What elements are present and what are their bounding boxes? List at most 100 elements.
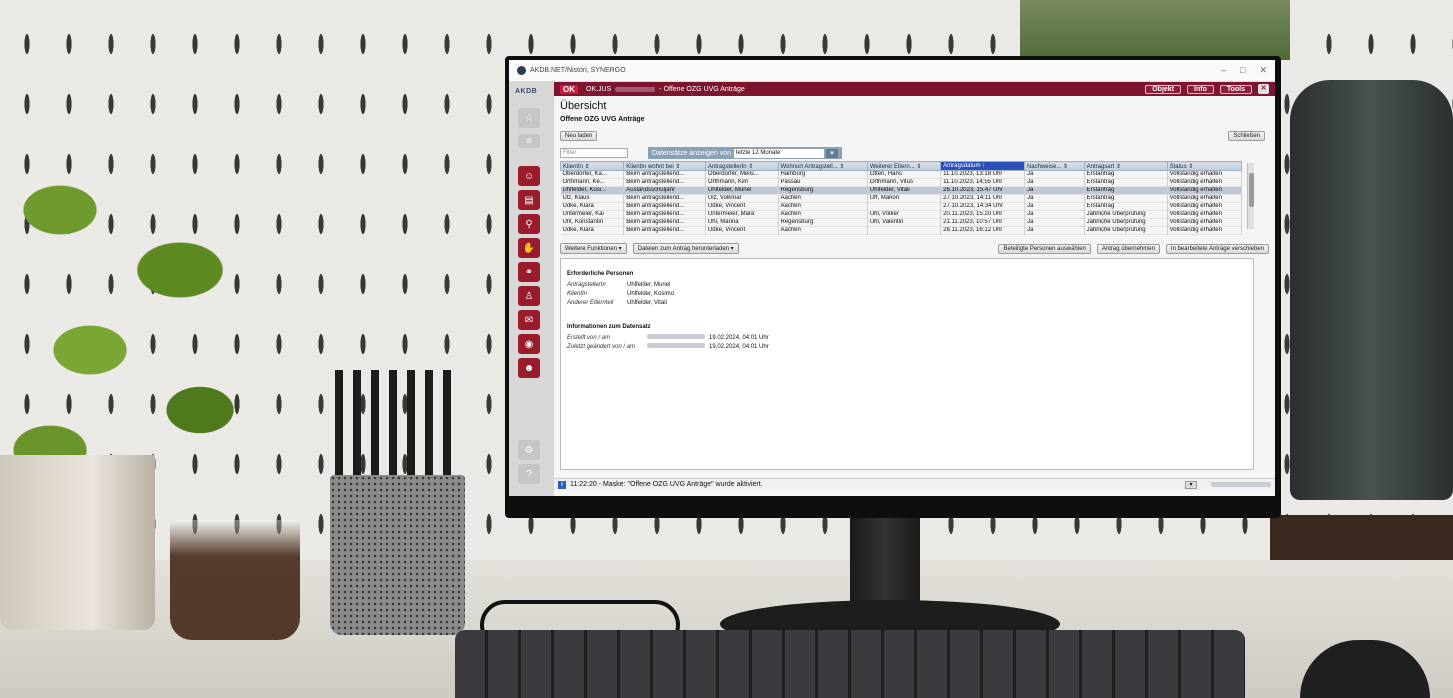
table-cell: Vollständig erhalten bbox=[1167, 226, 1243, 235]
water-bottle bbox=[1290, 80, 1453, 500]
table-column-header[interactable]: Nachweise... ⇕ bbox=[1023, 161, 1085, 171]
tools-button[interactable]: Tools bbox=[1219, 84, 1252, 94]
close-module-icon[interactable]: ✕ bbox=[1258, 84, 1269, 94]
table-column-header[interactable]: Wohnort Antragstell... ⇕ bbox=[777, 161, 868, 171]
hand-icon[interactable]: ✋ bbox=[518, 238, 540, 258]
table-cell: Beim antragstellend... bbox=[623, 194, 706, 203]
table-cell: Uhl, Valentin bbox=[867, 218, 942, 227]
range-select[interactable]: letzte 12 Monate bbox=[734, 148, 824, 158]
info-button[interactable]: Info bbox=[1187, 84, 1214, 94]
table-cell: Udke, Vincent bbox=[705, 226, 779, 235]
target-icon[interactable]: ◉ bbox=[518, 334, 540, 354]
family-icon[interactable]: ⚭ bbox=[518, 262, 540, 282]
table-cell: Udke, Vincent bbox=[705, 202, 779, 211]
module-title-prefix: OK.JUS bbox=[586, 85, 612, 93]
table-cell: Ja bbox=[1024, 170, 1085, 179]
table-cell: Orthmann, Ke... bbox=[560, 178, 625, 187]
filter-input[interactable]: Filter bbox=[560, 148, 628, 158]
table-cell: Beim antragstellend... bbox=[623, 218, 706, 227]
move-processed-button[interactable]: In bearbeitete Anträge verschieben bbox=[1165, 243, 1269, 254]
table-cell: Ja bbox=[1024, 186, 1085, 195]
table-row[interactable]: Udke, Klara Beim antragstellend... Udke, V… bbox=[560, 226, 1243, 235]
list-icon[interactable]: ≡ bbox=[518, 134, 540, 148]
table-cell: 27.10.2023, 14:11 Uhr bbox=[940, 194, 1025, 203]
table-scrollbar[interactable] bbox=[1247, 163, 1254, 229]
table-row[interactable]: Oberdorfer, Ka... Beim antragstellend... O… bbox=[560, 170, 1243, 179]
table-cell: Otten, Hans bbox=[867, 170, 942, 179]
table-cell: Ja bbox=[1024, 226, 1085, 235]
table-cell: Vollständig erhalten bbox=[1167, 170, 1243, 179]
table-cell: Jährliche Überprüfung bbox=[1084, 210, 1168, 219]
table-cell: Vollständig erhalten bbox=[1167, 186, 1243, 195]
page-subtitle: Offene OZG UVG Anträge bbox=[560, 116, 645, 123]
people-icon[interactable]: ♙ bbox=[518, 286, 540, 306]
table-cell: Oberdorfer, Ka... bbox=[560, 170, 625, 179]
table-column-header[interactable]: Antragsart ⇕ bbox=[1083, 161, 1168, 171]
table-cell: 11.10.2023, 14:55 Uhr bbox=[940, 178, 1025, 187]
window-controls: – □ ✕ bbox=[1221, 65, 1267, 76]
table-cell: Erstantrag bbox=[1084, 178, 1168, 187]
table-cell: Ja bbox=[1024, 202, 1085, 211]
table-cell: Vollständig erhalten bbox=[1167, 210, 1243, 219]
table-cell: Vollständig erhalten bbox=[1167, 218, 1243, 227]
table-cell: Auslandsschuljahr bbox=[623, 186, 706, 195]
table-cell: Erstantrag bbox=[1084, 186, 1168, 195]
accept-request-button[interactable]: Antrag übernehmen bbox=[1096, 243, 1160, 254]
table-cell: Aachen bbox=[778, 202, 868, 211]
settings-icon[interactable]: ⚙ bbox=[518, 440, 540, 460]
star-icon[interactable]: ☆ bbox=[518, 108, 540, 128]
person-row: AntragstellerIn Uhlfelder, Muriel bbox=[567, 282, 671, 288]
table-cell: 28.11.2023, 16:12 Uhr bbox=[940, 226, 1025, 235]
table-row[interactable]: Uhlfelder, Kosi... Auslandsschuljahr Uhlfe… bbox=[560, 186, 1243, 195]
range-selector: Datensätze anzeigen von letzte 12 Monate… bbox=[648, 147, 842, 159]
table-cell: Ja bbox=[1024, 210, 1085, 219]
table-column-header[interactable]: KlientIn wohnt bei ⇕ bbox=[623, 161, 706, 171]
table-column-header[interactable]: Status ⇕ bbox=[1166, 161, 1243, 171]
person-search-icon[interactable]: ⚲ bbox=[518, 214, 540, 234]
help-icon[interactable]: ? bbox=[518, 464, 540, 484]
scrollbar-thumb[interactable] bbox=[1249, 173, 1254, 207]
download-files-button[interactable]: Dateien zum Antrag herunterladen ▾ bbox=[632, 243, 739, 254]
detail-panel: Erforderliche Personen AntragstellerIn Uh… bbox=[560, 258, 1254, 470]
objekt-button[interactable]: Objekt bbox=[1145, 84, 1182, 94]
minimize-icon[interactable]: – bbox=[1221, 65, 1226, 76]
chevron-down-icon[interactable]: ▾ bbox=[826, 148, 838, 158]
table-cell: Uhl, Marina bbox=[705, 218, 779, 227]
table-cell: Vollständig erhalten bbox=[1167, 194, 1243, 203]
person-id-icon[interactable]: ☻ bbox=[518, 358, 540, 378]
reload-button[interactable]: Neu laden bbox=[560, 131, 598, 141]
table-cell: Erstantrag bbox=[1084, 170, 1168, 179]
document-icon[interactable]: ▤ bbox=[518, 190, 540, 210]
table-cell: 27.10.2023, 14:34 Uhr bbox=[940, 202, 1025, 211]
status-dropdown-icon[interactable]: ▾ bbox=[1185, 480, 1197, 489]
keyboard bbox=[455, 630, 1245, 698]
table-row[interactable]: Uhl, Konstantin Beim antragstellend... Uhl… bbox=[560, 218, 1243, 227]
left-sidebar: AKDB ☆ ≡ ☺ ▤ ⚲ ✋ ⚭ ♙ ✉ ◉ ☻ ⚙ ? bbox=[509, 82, 554, 496]
table-cell: Ulz, Klaus bbox=[560, 194, 625, 203]
table-column-header[interactable]: AntragstellerIn ⇕ bbox=[704, 161, 779, 171]
window-title: AKDB.NET/Nistori, SYNERGO bbox=[530, 67, 626, 74]
info-icon: i bbox=[558, 480, 566, 489]
table-row[interactable]: Ulz, Klaus Beim antragstellend... Ulz, Vol… bbox=[560, 194, 1243, 203]
table-cell: Passau bbox=[778, 178, 868, 187]
table-cell: Beim antragstellend... bbox=[623, 178, 706, 187]
table-row[interactable]: Udke, Klara Beim antragstellend... Udke, V… bbox=[560, 202, 1243, 211]
table-row[interactable]: Untermeier, Kai Beim antragstellend... Unt… bbox=[560, 210, 1243, 219]
range-label: Datensätze anzeigen von bbox=[652, 149, 731, 157]
table-cell: Uhl, Volker bbox=[867, 210, 942, 219]
filter-row: Filter Datensätze anzeigen von letzte 12… bbox=[560, 147, 1269, 159]
table-column-header[interactable]: Antragsdatum ↑ bbox=[940, 161, 1025, 171]
table-cell: Beim antragstellend... bbox=[623, 226, 706, 235]
table-row[interactable]: Orthmann, Ke... Beim antragstellend... Ort… bbox=[560, 178, 1243, 187]
close-button[interactable]: Schließen bbox=[1228, 131, 1265, 141]
table-column-header[interactable]: KlientIn ⇕ bbox=[559, 161, 625, 171]
close-window-icon[interactable]: ✕ bbox=[1259, 65, 1267, 76]
table-column-header[interactable]: Weiterer Eltern... ⇕ bbox=[866, 161, 942, 171]
maximize-icon[interactable]: □ bbox=[1240, 65, 1245, 76]
person-add-icon[interactable]: ☺ bbox=[518, 166, 540, 186]
mail-icon[interactable]: ✉ bbox=[518, 310, 540, 330]
select-persons-button[interactable]: Beteiligte Personen auswählen bbox=[998, 243, 1091, 254]
table-cell bbox=[867, 202, 942, 211]
plant-leaves bbox=[0, 150, 290, 470]
more-functions-button[interactable]: Weitere Funktionen ▾ bbox=[560, 243, 627, 254]
